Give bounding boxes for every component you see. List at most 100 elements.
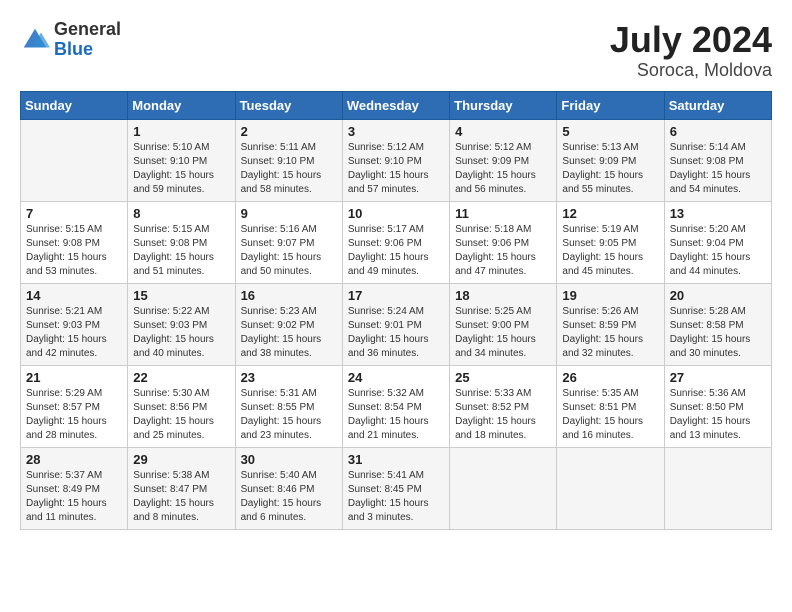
calendar-cell: 21 Sunrise: 5:29 AMSunset: 8:57 PMDayligh…: [21, 365, 128, 447]
calendar-cell: 29Sunrise: 5:38 AMSunset: 8:47 PMDayligh…: [128, 447, 235, 529]
calendar-cell: 20Sunrise: 5:28 AMSunset: 8:58 PMDayligh…: [664, 283, 771, 365]
day-number: 4: [455, 124, 551, 139]
day-number: 27: [670, 370, 766, 385]
day-number: 6: [670, 124, 766, 139]
day-number: 13: [670, 206, 766, 221]
calendar-table: SundayMondayTuesdayWednesdayThursdayFrid…: [20, 91, 772, 530]
calendar-cell: 15 Sunrise: 5:22 AMSunset: 9:03 PMDayligh…: [128, 283, 235, 365]
weekday-header-tuesday: Tuesday: [235, 91, 342, 119]
weekday-header-thursday: Thursday: [450, 91, 557, 119]
calendar-cell: 13 Sunrise: 5:20 AMSunset: 9:04 PMDayligh…: [664, 201, 771, 283]
calendar-cell: [557, 447, 664, 529]
day-number: 17: [348, 288, 444, 303]
weekday-header-wednesday: Wednesday: [342, 91, 449, 119]
day-info: Sunrise: 5:32 AMSunset: 8:54 PMDaylight:…: [348, 387, 444, 443]
calendar-cell: 17Sunrise: 5:24 AMSunset: 9:01 PMDayligh…: [342, 283, 449, 365]
calendar-week-2: 7 Sunrise: 5:15 AMSunset: 9:08 PMDaylight…: [21, 201, 772, 283]
day-info: Sunrise: 5:18 AMSunset: 9:06 PMDaylight:…: [455, 223, 551, 279]
weekday-header-row: SundayMondayTuesdayWednesdayThursdayFrid…: [21, 91, 772, 119]
day-info: Sunrise: 5:22 AMSunset: 9:03 PMDaylight:…: [133, 305, 229, 361]
calendar-cell: [450, 447, 557, 529]
month-year: July 2024: [610, 20, 772, 60]
day-number: 14: [26, 288, 122, 303]
calendar-cell: 14 Sunrise: 5:21 AMSunset: 9:03 PMDayligh…: [21, 283, 128, 365]
calendar-cell: 12 Sunrise: 5:19 AMSunset: 9:05 PMDayligh…: [557, 201, 664, 283]
day-number: 21: [26, 370, 122, 385]
day-number: 24: [348, 370, 444, 385]
weekday-header-saturday: Saturday: [664, 91, 771, 119]
calendar-cell: 10Sunrise: 5:17 AMSunset: 9:06 PMDayligh…: [342, 201, 449, 283]
day-info: Sunrise: 5:19 AMSunset: 9:05 PMDaylight:…: [562, 223, 658, 279]
calendar-cell: 26 Sunrise: 5:35 AMSunset: 8:51 PMDayligh…: [557, 365, 664, 447]
day-info: Sunrise: 5:37 AMSunset: 8:49 PMDaylight:…: [26, 469, 122, 525]
day-number: 22: [133, 370, 229, 385]
day-info: Sunrise: 5:21 AMSunset: 9:03 PMDaylight:…: [26, 305, 122, 361]
day-number: 25: [455, 370, 551, 385]
logo-general-text: General: [54, 20, 121, 40]
calendar-cell: 19 Sunrise: 5:26 AMSunset: 8:59 PMDayligh…: [557, 283, 664, 365]
day-info: Sunrise: 5:40 AMSunset: 8:46 PMDaylight:…: [241, 469, 337, 525]
calendar-week-5: 28 Sunrise: 5:37 AMSunset: 8:49 PMDayligh…: [21, 447, 772, 529]
day-number: 18: [455, 288, 551, 303]
calendar-cell: 9Sunrise: 5:16 AMSunset: 9:07 PMDaylight…: [235, 201, 342, 283]
calendar-cell: 28 Sunrise: 5:37 AMSunset: 8:49 PMDayligh…: [21, 447, 128, 529]
day-info: Sunrise: 5:11 AMSunset: 9:10 PMDaylight:…: [241, 141, 337, 197]
day-number: 31: [348, 452, 444, 467]
day-number: 19: [562, 288, 658, 303]
day-info: Sunrise: 5:12 AMSunset: 9:09 PMDaylight:…: [455, 141, 551, 197]
calendar-cell: 22 Sunrise: 5:30 AMSunset: 8:56 PMDayligh…: [128, 365, 235, 447]
day-number: 30: [241, 452, 337, 467]
calendar-week-4: 21 Sunrise: 5:29 AMSunset: 8:57 PMDayligh…: [21, 365, 772, 447]
day-info: Sunrise: 5:38 AMSunset: 8:47 PMDaylight:…: [133, 469, 229, 525]
logo-icon: [20, 25, 50, 55]
calendar-week-1: 1 Sunrise: 5:10 AMSunset: 9:10 PMDaylight…: [21, 119, 772, 201]
logo: General Blue: [20, 20, 121, 60]
calendar-cell: 8 Sunrise: 5:15 AMSunset: 9:08 PMDaylight…: [128, 201, 235, 283]
day-info: Sunrise: 5:15 AMSunset: 9:08 PMDaylight:…: [133, 223, 229, 279]
weekday-header-friday: Friday: [557, 91, 664, 119]
calendar-cell: [664, 447, 771, 529]
title-block: July 2024 Soroca, Moldova: [610, 20, 772, 81]
day-number: 8: [133, 206, 229, 221]
day-info: Sunrise: 5:12 AMSunset: 9:10 PMDaylight:…: [348, 141, 444, 197]
day-info: Sunrise: 5:29 AMSunset: 8:57 PMDaylight:…: [26, 387, 122, 443]
day-info: Sunrise: 5:33 AMSunset: 8:52 PMDaylight:…: [455, 387, 551, 443]
day-number: 15: [133, 288, 229, 303]
day-number: 11: [455, 206, 551, 221]
day-info: Sunrise: 5:36 AMSunset: 8:50 PMDaylight:…: [670, 387, 766, 443]
calendar-cell: 18Sunrise: 5:25 AMSunset: 9:00 PMDayligh…: [450, 283, 557, 365]
calendar-cell: 27 Sunrise: 5:36 AMSunset: 8:50 PMDayligh…: [664, 365, 771, 447]
calendar-cell: 7Sunrise: 5:15 AMSunset: 9:08 PMDaylight…: [21, 201, 128, 283]
day-number: 28: [26, 452, 122, 467]
day-number: 12: [562, 206, 658, 221]
day-number: 16: [241, 288, 337, 303]
day-number: 26: [562, 370, 658, 385]
day-number: 23: [241, 370, 337, 385]
calendar-cell: 5 Sunrise: 5:13 AMSunset: 9:09 PMDaylight…: [557, 119, 664, 201]
day-info: Sunrise: 5:23 AMSunset: 9:02 PMDaylight:…: [241, 305, 337, 361]
day-info: Sunrise: 5:30 AMSunset: 8:56 PMDaylight:…: [133, 387, 229, 443]
calendar-cell: 30 Sunrise: 5:40 AMSunset: 8:46 PMDayligh…: [235, 447, 342, 529]
day-number: 7: [26, 206, 122, 221]
day-info: Sunrise: 5:14 AMSunset: 9:08 PMDaylight:…: [670, 141, 766, 197]
calendar-cell: 4 Sunrise: 5:12 AMSunset: 9:09 PMDaylight…: [450, 119, 557, 201]
day-number: 20: [670, 288, 766, 303]
day-number: 5: [562, 124, 658, 139]
day-info: Sunrise: 5:20 AMSunset: 9:04 PMDaylight:…: [670, 223, 766, 279]
calendar-cell: 24 Sunrise: 5:32 AMSunset: 8:54 PMDayligh…: [342, 365, 449, 447]
day-info: Sunrise: 5:26 AMSunset: 8:59 PMDaylight:…: [562, 305, 658, 361]
calendar-cell: 1 Sunrise: 5:10 AMSunset: 9:10 PMDaylight…: [128, 119, 235, 201]
location: Soroca, Moldova: [610, 60, 772, 81]
day-number: 1: [133, 124, 229, 139]
day-info: Sunrise: 5:10 AMSunset: 9:10 PMDaylight:…: [133, 141, 229, 197]
calendar-cell: 31Sunrise: 5:41 AMSunset: 8:45 PMDayligh…: [342, 447, 449, 529]
weekday-header-sunday: Sunday: [21, 91, 128, 119]
day-info: Sunrise: 5:13 AMSunset: 9:09 PMDaylight:…: [562, 141, 658, 197]
calendar-cell: [21, 119, 128, 201]
calendar-cell: 3Sunrise: 5:12 AMSunset: 9:10 PMDaylight…: [342, 119, 449, 201]
day-info: Sunrise: 5:35 AMSunset: 8:51 PMDaylight:…: [562, 387, 658, 443]
day-info: Sunrise: 5:31 AMSunset: 8:55 PMDaylight:…: [241, 387, 337, 443]
logo-blue-text: Blue: [54, 40, 121, 60]
day-number: 2: [241, 124, 337, 139]
calendar-cell: 23 Sunrise: 5:31 AMSunset: 8:55 PMDayligh…: [235, 365, 342, 447]
